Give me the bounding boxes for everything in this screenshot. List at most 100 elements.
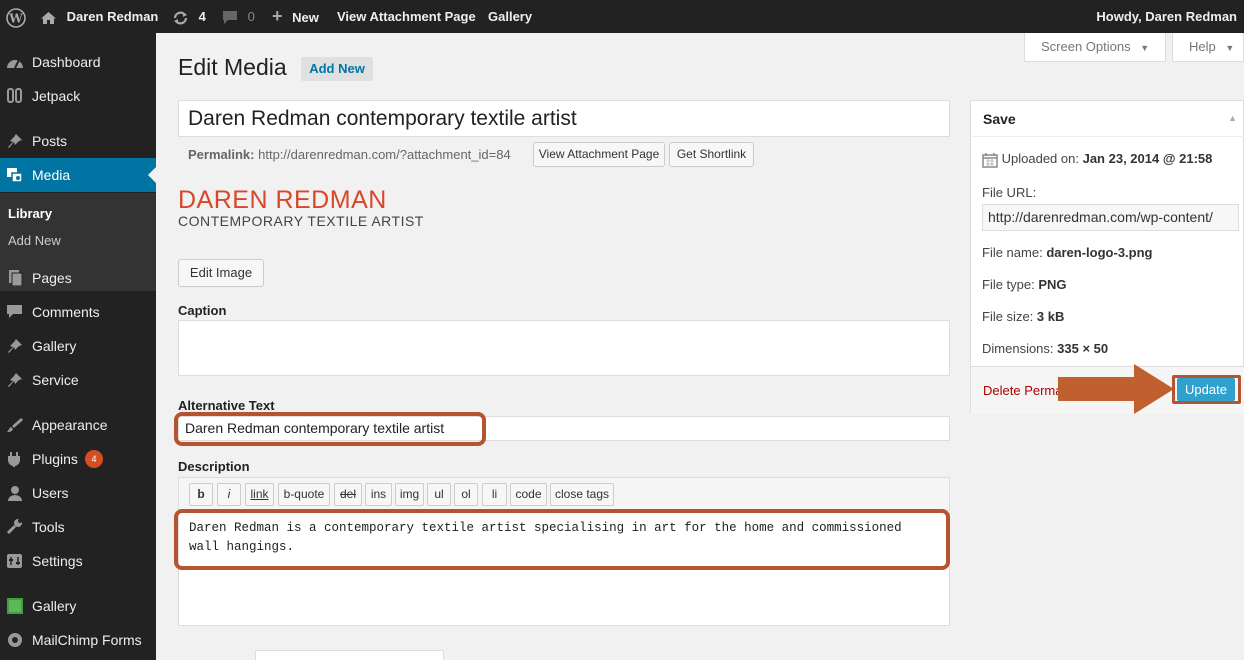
qt-li-button[interactable]: li — [482, 483, 507, 506]
qt-ol-button[interactable]: ol — [454, 483, 478, 506]
quicktags-toolbar: b i link b-quote del ins img ul ol li co… — [178, 477, 950, 511]
file-size-label: File size: — [982, 309, 1034, 324]
calendar-icon — [982, 152, 998, 168]
file-name-label: File name: — [982, 245, 1043, 260]
sidebar-item-label: Plugins — [32, 451, 78, 467]
site-name-link[interactable]: Daren Redman — [40, 0, 158, 33]
alt-text-highlight — [174, 412, 486, 446]
file-type-value: PNG — [1038, 277, 1067, 292]
edit-image-button[interactable]: Edit Image — [178, 259, 264, 287]
gallery-link[interactable]: Gallery — [488, 0, 532, 33]
plugins-update-badge: 4 — [85, 450, 103, 468]
sidebar-item-label: Tools — [32, 519, 65, 535]
update-button[interactable]: Update — [1177, 378, 1235, 401]
save-metabox-header[interactable]: Save ▲ — [971, 101, 1244, 137]
pages-icon — [9, 270, 23, 286]
sidebar-item-label: Service — [32, 372, 79, 388]
title-input[interactable]: Daren Redman contemporary textile artist — [178, 100, 950, 137]
qt-bold-button[interactable]: b — [189, 483, 213, 506]
permalink-row: Permalink: http://darenredman.com/?attac… — [188, 147, 511, 162]
screen-options-tab[interactable]: Screen Options ▼ — [1024, 33, 1166, 62]
caption-textarea[interactable] — [178, 320, 950, 376]
sidebar-item-jetpack[interactable]: Jetpack — [0, 79, 156, 113]
refresh-icon — [173, 11, 188, 24]
qt-img-button[interactable]: img — [395, 483, 424, 506]
comment-bubble-icon — [223, 11, 237, 25]
file-url-label: File URL: — [982, 185, 1037, 200]
add-new-button[interactable]: Add New — [301, 57, 373, 81]
help-tab[interactable]: Help ▼ — [1172, 33, 1244, 62]
sidebar-item-tools[interactable]: Tools — [0, 510, 156, 544]
file-type-row: File type: PNG — [982, 277, 1067, 292]
sidebar-item-label: Media — [32, 167, 71, 183]
sidebar-item-appearance[interactable]: Appearance — [0, 408, 156, 442]
sidebar-item-plugins[interactable]: Plugins 4 — [0, 442, 156, 476]
pin-icon — [8, 339, 22, 353]
new-label: New — [292, 10, 319, 25]
extra-field-input[interactable] — [255, 650, 444, 660]
sidebar-item-label: Posts — [32, 133, 68, 149]
sidebar-item-label: Dashboard — [32, 54, 101, 70]
comments-link[interactable]: 0 — [222, 0, 255, 33]
sidebar-item-media[interactable]: Media — [0, 158, 156, 192]
howdy-user-link[interactable]: Howdy, Daren Redman — [1096, 0, 1237, 33]
permalink-url[interactable]: http://darenredman.com/?attachment_id=84 — [258, 147, 511, 162]
sidebar-item-posts[interactable]: Posts — [0, 124, 156, 158]
wordpress-logo-icon[interactable]: W — [6, 0, 26, 33]
sidebar-item-users[interactable]: Users — [0, 476, 156, 510]
file-type-label: File type: — [982, 277, 1035, 292]
description-highlight — [174, 509, 950, 570]
uploaded-on-row: Uploaded on: Jan 23, 2014 @ 21:58 — [982, 151, 1212, 168]
uploaded-value: Jan 23, 2014 @ 21:58 — [1082, 151, 1213, 166]
sidebar-item-mailchimp[interactable]: MailChimp Forms — [0, 623, 156, 657]
view-attachment-link[interactable]: View Attachment Page — [337, 0, 476, 33]
qt-ins-button[interactable]: ins — [365, 483, 392, 506]
qt-code-button[interactable]: code — [510, 483, 547, 506]
sidebar-item-label: Gallery — [32, 598, 77, 614]
admin-sidebar: Library Add New Dashboard Jetpack Posts … — [0, 33, 156, 660]
collapse-arrow-icon[interactable]: ▲ — [1228, 113, 1237, 123]
sidebar-item-dashboard[interactable]: Dashboard — [0, 45, 156, 79]
submenu-library[interactable]: Library — [8, 206, 52, 221]
sidebar-item-label: Pages — [32, 270, 72, 286]
qt-del-button[interactable]: del — [334, 483, 362, 506]
file-name-value: daren-logo-3.png — [1046, 245, 1153, 260]
qt-bquote-button[interactable]: b-quote — [278, 483, 330, 506]
file-size-row: File size: 3 kB — [982, 309, 1064, 324]
submenu-add-new[interactable]: Add New — [8, 233, 61, 248]
dimensions-label: Dimensions: — [982, 341, 1054, 356]
users-icon — [8, 486, 22, 501]
permalink-label: Permalink: — [188, 147, 255, 162]
sidebar-item-label: Settings — [32, 553, 83, 569]
file-url-input[interactable]: http://darenredman.com/wp-content/ — [982, 204, 1239, 231]
dimensions-row: Dimensions: 335 × 50 — [982, 341, 1108, 356]
brush-icon — [7, 418, 23, 432]
comment-icon — [7, 305, 22, 318]
sidebar-item-label: Appearance — [32, 417, 108, 433]
sidebar-item-service[interactable]: Service — [0, 363, 156, 397]
updates-link[interactable]: 4 — [172, 0, 206, 33]
new-content-link[interactable]: + New — [272, 0, 319, 33]
qt-italic-button[interactable]: i — [217, 483, 241, 506]
page-title: Edit Media — [178, 54, 287, 80]
get-shortlink-button[interactable]: Get Shortlink — [669, 142, 754, 167]
mail-icon — [8, 633, 22, 647]
triangle-down-icon: ▼ — [1140, 43, 1150, 53]
sidebar-item-pages[interactable]: Pages — [0, 261, 156, 295]
delete-permanently-link[interactable]: Delete Perma — [983, 383, 1062, 398]
sidebar-item-gallery-plugin[interactable]: Gallery — [0, 589, 156, 623]
sidebar-item-settings[interactable]: Settings — [0, 544, 156, 578]
updates-count: 4 — [198, 9, 206, 24]
logo-tagline-text: CONTEMPORARY TEXTILE ARTIST — [178, 213, 424, 229]
plugin-icon — [8, 452, 20, 467]
sidebar-item-label: Users — [32, 485, 69, 501]
sidebar-item-gallery[interactable]: Gallery — [0, 329, 156, 363]
qt-close-tags-button[interactable]: close tags — [550, 483, 614, 506]
help-label: Help — [1189, 39, 1216, 54]
qt-link-button[interactable]: link — [245, 483, 274, 506]
qt-ul-button[interactable]: ul — [427, 483, 451, 506]
file-size-value: 3 kB — [1036, 309, 1065, 324]
view-attachment-page-button[interactable]: View Attachment Page — [533, 142, 665, 167]
sidebar-item-label: Jetpack — [32, 88, 81, 104]
sidebar-item-comments[interactable]: Comments — [0, 295, 156, 329]
